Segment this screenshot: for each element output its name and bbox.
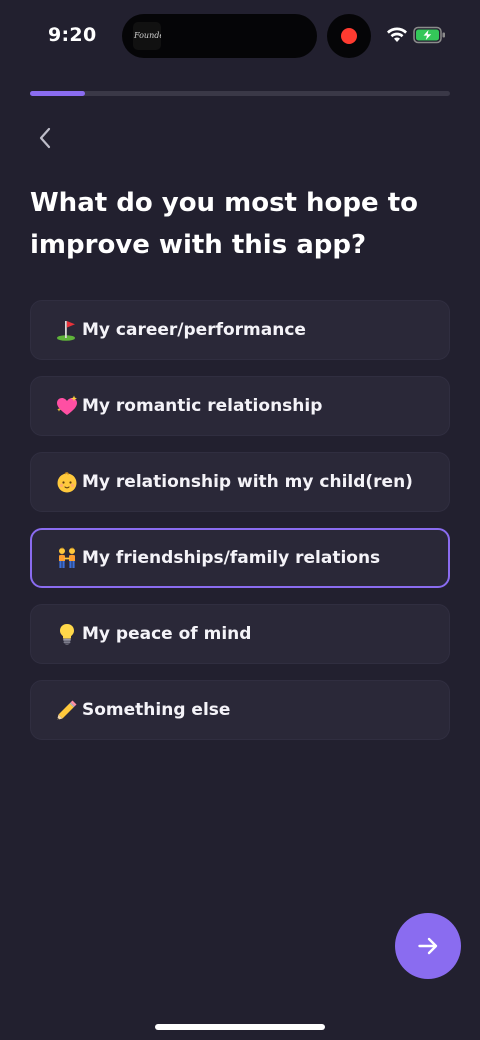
next-button[interactable]: [395, 913, 461, 979]
island-app-thumbnail: Founders: [133, 22, 161, 50]
option-friendships[interactable]: My friendships/family relations: [30, 528, 450, 588]
option-romantic[interactable]: My romantic relationship: [30, 376, 450, 436]
option-child[interactable]: My relationship with my child(ren): [30, 452, 450, 512]
arrow-right-icon: [418, 937, 438, 955]
chevron-left-icon[interactable]: [34, 124, 58, 152]
screen-recording-icon: [327, 14, 371, 58]
question-heading: What do you most hope to improve with th…: [30, 188, 418, 260]
wifi-icon: [387, 27, 407, 42]
option-label: My career/performance: [82, 320, 306, 340]
island-thumbnail-text: Founders: [134, 31, 161, 40]
option-label: Something else: [82, 700, 231, 720]
option-label: My friendships/family relations: [82, 548, 381, 568]
option-something-else[interactable]: Something else: [30, 680, 450, 740]
battery-charging-icon: [413, 26, 445, 44]
home-indicator[interactable]: [155, 1024, 325, 1030]
option-label: My relationship with my child(ren): [82, 472, 413, 492]
baby-icon: [55, 470, 79, 494]
progress-fill: [30, 91, 85, 96]
status-time: 9:20: [48, 24, 97, 46]
pencil-icon: [55, 698, 79, 722]
golf-flag-icon: [55, 318, 79, 342]
option-label: My peace of mind: [82, 624, 252, 644]
option-career[interactable]: My career/performance: [30, 300, 450, 360]
onboarding-progress-bar: [30, 91, 450, 96]
people-holding-hands-icon: [55, 546, 79, 570]
option-label: My romantic relationship: [82, 396, 323, 416]
options-list: My career/performance My romantic relati…: [30, 300, 450, 756]
option-peace-of-mind[interactable]: My peace of mind: [30, 604, 450, 664]
sparkling-heart-icon: [55, 394, 79, 418]
status-bar: 9:20 Founders: [0, 0, 480, 72]
dynamic-island: Founders: [122, 14, 317, 58]
light-bulb-icon: [55, 622, 79, 646]
